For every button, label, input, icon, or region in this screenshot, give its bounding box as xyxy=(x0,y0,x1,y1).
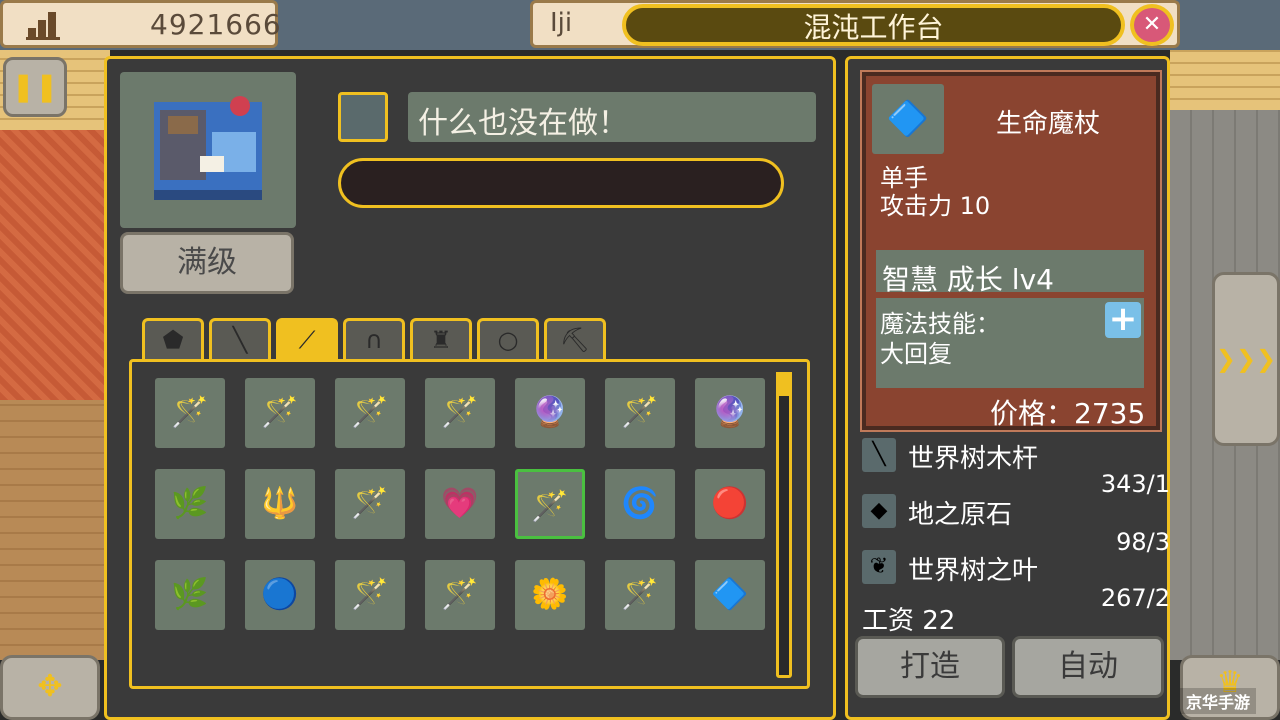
item-slot[interactable]: 🌿 xyxy=(155,560,225,630)
item-slot[interactable]: 🪄 xyxy=(425,378,495,448)
tab-shield[interactable]: ⬟ xyxy=(142,318,204,360)
item-slot[interactable]: 🪄 xyxy=(335,560,405,630)
item-price: 价格：2735 xyxy=(990,397,1146,430)
item-slot[interactable]: 🌼 xyxy=(515,560,585,630)
status-text: 什么也没在做！ xyxy=(418,106,628,141)
tab-wand[interactable]: ⟋ xyxy=(276,318,338,360)
item-slot[interactable]: 🌀 xyxy=(605,469,675,539)
material-name: 世界树木杆 xyxy=(908,444,1039,474)
close-button[interactable]: ✕ xyxy=(1130,4,1174,46)
item-slot[interactable]: 🔴 xyxy=(695,469,765,539)
item-slot[interactable]: 🪄 xyxy=(245,378,315,448)
sword-icon: ╲ xyxy=(232,326,248,354)
stack-coins-icon xyxy=(26,10,62,40)
status-checkbox[interactable] xyxy=(338,92,388,142)
heal-plus-icon: + xyxy=(1105,302,1141,338)
player-name: Iji xyxy=(550,8,573,38)
max-level-button[interactable]: 满级 xyxy=(120,232,294,294)
ice-wand-icon: 🔷 xyxy=(872,84,944,154)
tab-helmet[interactable]: ∩ xyxy=(343,318,405,360)
helmet-icon: ∩ xyxy=(365,326,383,354)
watermark: 京华手游 xyxy=(1180,688,1257,714)
next-page-button[interactable]: ❯❯❯ xyxy=(1212,272,1280,446)
item-slot[interactable]: 🔷 xyxy=(695,560,765,630)
wage-text: 工资 22 xyxy=(862,606,956,636)
move-button[interactable]: ✥ xyxy=(0,655,100,720)
coins-value: 4921666 xyxy=(150,8,282,41)
skill-name: 大回复 xyxy=(880,340,952,368)
item-slot[interactable]: 💗 xyxy=(425,469,495,539)
item-attack: 攻击力 10 xyxy=(880,192,991,220)
ring-icon: ○ xyxy=(497,326,519,354)
leaf-icon: ❦ xyxy=(862,550,896,584)
item-growth: 智慧 成长 lv4 xyxy=(882,263,1054,296)
tab-sword[interactable]: ╲ xyxy=(209,318,271,360)
floor-wood xyxy=(0,400,110,660)
item-slot[interactable]: 🪄 xyxy=(335,378,405,448)
wand-icon: ⟋ xyxy=(298,326,316,354)
item-name: 生命魔杖 xyxy=(995,109,1100,139)
material-count: 267/2 xyxy=(1100,584,1170,612)
material-name: 世界树之叶 xyxy=(908,556,1039,586)
close-icon: ✕ xyxy=(1142,12,1162,37)
pause-icon: ❚❚ xyxy=(11,70,59,103)
tab-pickaxe[interactable]: ⛏ xyxy=(544,318,606,360)
craft-progress-bar xyxy=(338,158,784,208)
item-slot[interactable]: 🪄 xyxy=(605,560,675,630)
staff-icon: ╲ xyxy=(862,438,896,472)
armor-icon: ♜ xyxy=(430,326,452,354)
material-count: 98/3 xyxy=(1116,528,1170,556)
item-slot[interactable]: 🪄 xyxy=(335,469,405,539)
material-count: 343/1 xyxy=(1100,470,1170,498)
item-slot[interactable]: 🔮 xyxy=(695,378,765,448)
tab-ring[interactable]: ○ xyxy=(477,318,539,360)
tab-armor[interactable]: ♜ xyxy=(410,318,472,360)
scrollbar-track[interactable] xyxy=(776,372,792,678)
window-title: 混沌工作台 xyxy=(803,11,944,44)
move-arrows-icon: ✥ xyxy=(37,669,63,704)
shield-icon: ⬟ xyxy=(162,326,184,354)
item-slot[interactable]: 🔱 xyxy=(245,469,315,539)
floor-carpet xyxy=(0,130,110,400)
item-slot[interactable]: 🔵 xyxy=(245,560,315,630)
crystal-icon: ◆ xyxy=(862,494,896,528)
fast-forward-icon: ❯❯❯ xyxy=(1215,345,1277,373)
item-slot[interactable]: 🪄 xyxy=(425,560,495,630)
item-slot[interactable]: 🪄 xyxy=(605,378,675,448)
workbench-image xyxy=(120,72,296,228)
auto-button[interactable]: 自动 xyxy=(1012,636,1164,698)
craft-button[interactable]: 打造 xyxy=(855,636,1005,698)
item-slot[interactable]: 🪄 xyxy=(155,378,225,448)
item-slot[interactable]: 🌿 xyxy=(155,469,225,539)
item-slot[interactable]: 🪄 xyxy=(515,469,585,539)
scrollbar-thumb[interactable] xyxy=(776,372,792,396)
pause-button[interactable]: ❚❚ xyxy=(3,57,67,117)
wall-right xyxy=(1170,50,1280,110)
pickaxe-icon: ⛏ xyxy=(559,326,591,354)
material-name: 地之原石 xyxy=(908,500,1013,530)
item-slot[interactable]: 🔮 xyxy=(515,378,585,448)
